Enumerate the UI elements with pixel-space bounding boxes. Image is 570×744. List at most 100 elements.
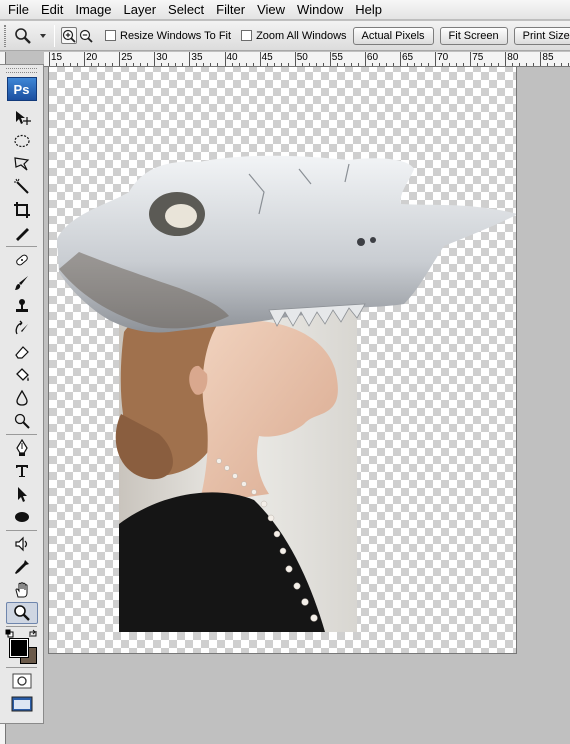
ruler-minor-tick [301, 63, 303, 66]
eyedropper-tool[interactable] [6, 556, 38, 578]
eraser-tool[interactable] [6, 341, 38, 363]
document-canvas[interactable] [48, 67, 517, 654]
quick-mask-icon [12, 673, 31, 689]
shape-tool[interactable] [6, 506, 38, 528]
notes-tool[interactable] [6, 533, 38, 555]
tool-preset-picker[interactable] [14, 27, 48, 45]
menu-bar: File Edit Image Layer Select Filter View… [0, 0, 570, 20]
fit-screen-button[interactable]: Fit Screen [439, 26, 508, 45]
ruler-minor-tick [547, 63, 549, 66]
magic-wand-tool[interactable] [6, 176, 38, 198]
ruler-major-tick [505, 52, 507, 66]
resize-windows-checkbox[interactable]: Resize Windows To Fit [105, 30, 231, 42]
ruler-minor-tick [280, 63, 282, 66]
zoom-all-windows-checkbox[interactable]: Zoom All Windows [241, 30, 347, 42]
ruler-minor-tick [245, 63, 247, 66]
menu-layer[interactable]: Layer [118, 0, 163, 20]
pen-tool[interactable] [6, 437, 38, 459]
ruler-minor-tick [231, 63, 233, 66]
divider [6, 667, 37, 668]
divider [6, 434, 37, 435]
ruler-major-tick [259, 52, 261, 66]
ruler-minor-tick [568, 63, 570, 66]
tools-panel-grip[interactable] [6, 68, 37, 73]
history-brush-tool[interactable] [6, 318, 38, 340]
marquee-tool[interactable] [6, 130, 38, 152]
ruler-label: 40 [226, 52, 238, 63]
canvas-area[interactable] [44, 67, 570, 744]
ruler-minor-tick [449, 63, 451, 66]
ruler-minor-tick [196, 63, 198, 66]
ruler-minor-tick [175, 63, 177, 66]
ruler-minor-tick [428, 63, 430, 66]
ruler-minor-tick [498, 63, 500, 66]
resize-windows-label: Resize Windows To Fit [120, 29, 232, 42]
ruler-minor-tick [133, 63, 135, 66]
lasso-icon [13, 157, 29, 171]
ruler-minor-tick [77, 63, 79, 66]
path-selection-tool[interactable] [6, 483, 38, 505]
photoshop-logo[interactable]: Ps [6, 77, 37, 101]
ruler-minor-tick [266, 63, 268, 66]
ruler-major-tick [84, 52, 86, 66]
default-colors-icon[interactable] [5, 629, 14, 638]
divider [6, 530, 37, 531]
ruler-minor-tick [56, 63, 58, 66]
move-tool[interactable] [6, 107, 38, 129]
lasso-tool[interactable] [6, 153, 38, 175]
ruler-label: 15 [51, 52, 63, 63]
ruler-label: 60 [366, 52, 379, 63]
ruler-minor-tick [421, 63, 423, 66]
hand-tool[interactable] [6, 579, 38, 601]
screen-mode-button[interactable] [6, 693, 38, 715]
zoom-out-button[interactable] [78, 27, 94, 44]
ruler-minor-tick [238, 63, 240, 66]
ruler-minor-tick [491, 63, 493, 66]
ruler-label: 30 [156, 52, 168, 63]
ruler-minor-tick [210, 63, 212, 66]
dodge-tool[interactable] [6, 410, 38, 432]
checkbox-box[interactable] [241, 30, 253, 41]
healing-brush-tool[interactable] [6, 249, 38, 271]
ruler-minor-tick [350, 63, 352, 66]
menu-window[interactable]: Window [291, 0, 349, 20]
crop-tool[interactable] [6, 199, 38, 221]
audio-annotation-icon [14, 536, 27, 552]
ruler-minor-tick [140, 63, 142, 66]
menu-select[interactable]: Select [162, 0, 210, 20]
menu-edit[interactable]: Edit [35, 0, 69, 20]
eye-socket-inner [165, 204, 197, 228]
checkbox-box[interactable] [105, 30, 116, 41]
zoom-out-icon [79, 29, 93, 43]
ruler-minor-tick [442, 63, 444, 66]
zoom-tool[interactable] [5, 602, 38, 624]
pen-icon [15, 439, 28, 456]
print-size-button[interactable]: Print Size [513, 26, 570, 45]
quick-mask-button[interactable] [6, 670, 38, 692]
ruler-minor-tick [105, 63, 107, 66]
swap-colors-icon[interactable] [28, 629, 38, 639]
actual-pixels-button[interactable]: Actual Pixels [352, 26, 434, 45]
ruler-major-tick [329, 52, 331, 66]
horizontal-ruler: 15 20 25 30 35 40 45 50 55 60 65 70 75 80 85 [44, 52, 570, 67]
brush-tool[interactable] [6, 272, 38, 294]
options-bar-grip[interactable] [4, 24, 6, 47]
ruler-minor-tick [336, 63, 338, 66]
ruler-minor-tick [287, 63, 289, 66]
paint-bucket-tool[interactable] [6, 364, 38, 386]
ruler-minor-tick [414, 63, 416, 66]
menu-help[interactable]: Help [349, 0, 388, 20]
menu-image[interactable]: Image [69, 0, 117, 20]
zoom-in-button[interactable] [61, 27, 77, 44]
type-icon [15, 465, 28, 477]
menu-view[interactable]: View [251, 0, 291, 20]
menu-file[interactable]: File [2, 0, 35, 20]
ruler-minor-tick [392, 63, 394, 66]
clone-stamp-tool[interactable] [6, 295, 38, 317]
menu-filter[interactable]: Filter [210, 0, 251, 20]
blur-tool[interactable] [6, 387, 38, 409]
foreground-color-swatch[interactable] [8, 638, 29, 658]
ruler-major-tick [189, 52, 191, 66]
slice-tool[interactable] [6, 222, 38, 244]
type-tool[interactable] [6, 460, 38, 482]
